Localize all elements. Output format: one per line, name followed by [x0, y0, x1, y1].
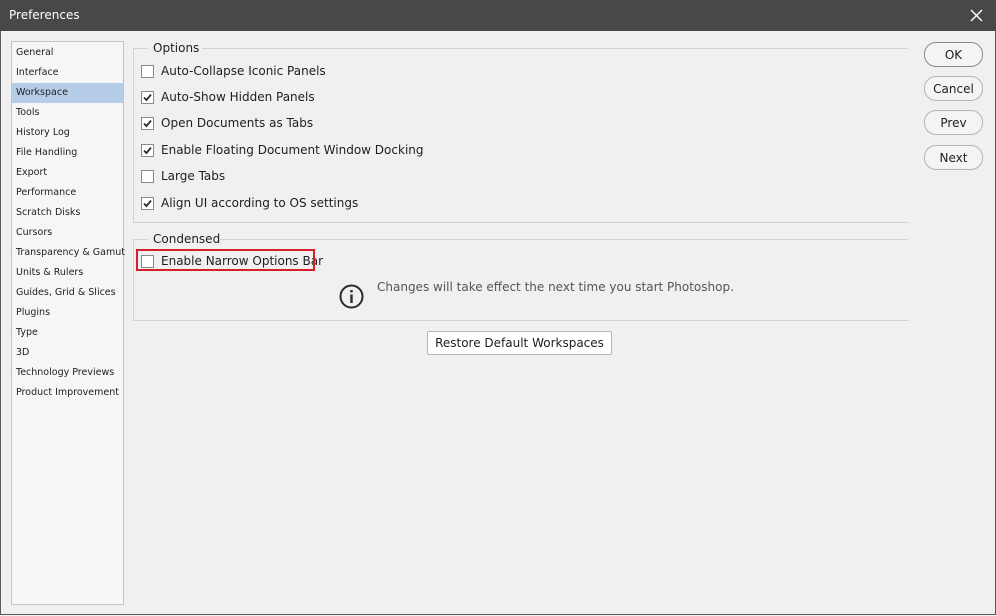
option-label: Auto-Show Hidden Panels	[161, 90, 315, 104]
sidebar-item-units-rulers[interactable]: Units & Rulers	[12, 263, 123, 283]
checkbox[interactable]	[141, 196, 154, 210]
checkbox[interactable]	[141, 64, 154, 78]
checkbox[interactable]	[141, 116, 154, 130]
option-large-tabs[interactable]: Large Tabs	[141, 167, 225, 185]
window-title: Preferences	[9, 8, 80, 22]
option-label: Open Documents as Tabs	[161, 116, 314, 130]
sidebar-list: General Interface Workspace Tools History Lo…	[12, 42, 125, 403]
option-label: Auto-Collapse Iconic Panels	[161, 64, 326, 78]
cancel-button[interactable]: Cancel	[924, 76, 983, 101]
sidebar-item-tools[interactable]: Tools	[12, 103, 123, 123]
checkbox[interactable]	[141, 143, 154, 157]
sidebar-item-3d[interactable]: 3D	[12, 343, 123, 363]
option-auto-collapse-iconic-panels[interactable]: Auto-Collapse Iconic Panels	[141, 62, 326, 80]
prev-button[interactable]: Prev	[924, 110, 983, 135]
info-icon	[339, 284, 364, 309]
checkmark-icon	[143, 93, 152, 101]
sidebar-item-guides-grid-slices[interactable]: Guides, Grid & Slices	[12, 283, 123, 303]
close-button[interactable]	[956, 0, 996, 31]
condensed-group-line	[133, 239, 148, 240]
checkmark-icon	[143, 146, 152, 154]
checkbox[interactable]	[141, 169, 154, 183]
option-label: Align UI according to OS settings	[161, 196, 359, 210]
condensed-group-line	[220, 239, 908, 240]
option-align-ui-according-to-os-settings[interactable]: Align UI according to OS settings	[141, 194, 358, 212]
options-group-line	[202, 48, 908, 49]
sidebar-item-export[interactable]: Export	[12, 163, 123, 183]
option-enable-floating-document-window-docking[interactable]: Enable Floating Document Window Docking	[141, 141, 424, 159]
sidebar-item-transparency-gamut[interactable]: Transparency & Gamut	[12, 243, 125, 263]
condensed-group-title: Condensed	[153, 232, 221, 246]
sidebar-item-cursors[interactable]: Cursors	[12, 223, 123, 243]
option-label: Enable Floating Document Window Docking	[161, 143, 424, 157]
preferences-sidebar: General Interface Workspace Tools History Lo…	[11, 41, 125, 605]
options-group-title: Options	[153, 41, 200, 55]
ok-button[interactable]: OK	[924, 42, 983, 67]
sidebar-item-workspace[interactable]: Workspace	[12, 83, 123, 103]
sidebar-item-product-improvement[interactable]: Product Improvement	[12, 383, 123, 403]
sidebar-item-technology-previews[interactable]: Technology Previews	[12, 363, 123, 383]
highlight-annotation	[136, 249, 315, 271]
sidebar-item-interface[interactable]: Interface	[12, 63, 123, 83]
title-bar: Preferences	[0, 0, 996, 31]
sidebar-item-general[interactable]: General	[12, 43, 123, 63]
checkmark-icon	[143, 199, 152, 207]
checkmark-icon	[143, 119, 152, 127]
option-label: Large Tabs	[161, 169, 226, 183]
sidebar-item-type[interactable]: Type	[12, 323, 123, 343]
restore-default-workspaces-button[interactable]: Restore Default Workspaces	[427, 331, 612, 355]
sidebar-item-history-log[interactable]: History Log	[12, 123, 123, 143]
close-icon	[970, 9, 982, 22]
restart-info-text: Changes will take effect the next time y…	[377, 280, 734, 294]
sidebar-item-plugins[interactable]: Plugins	[12, 303, 123, 323]
next-button[interactable]: Next	[924, 145, 983, 170]
sidebar-item-file-handling[interactable]: File Handling	[12, 143, 123, 163]
option-auto-show-hidden-panels[interactable]: Auto-Show Hidden Panels	[141, 88, 315, 106]
option-open-documents-as-tabs[interactable]: Open Documents as Tabs	[141, 114, 313, 132]
options-group-line	[133, 48, 148, 49]
checkbox[interactable]	[141, 90, 154, 104]
sidebar-item-scratch-disks[interactable]: Scratch Disks	[12, 203, 123, 223]
sidebar-item-performance[interactable]: Performance	[12, 183, 123, 203]
